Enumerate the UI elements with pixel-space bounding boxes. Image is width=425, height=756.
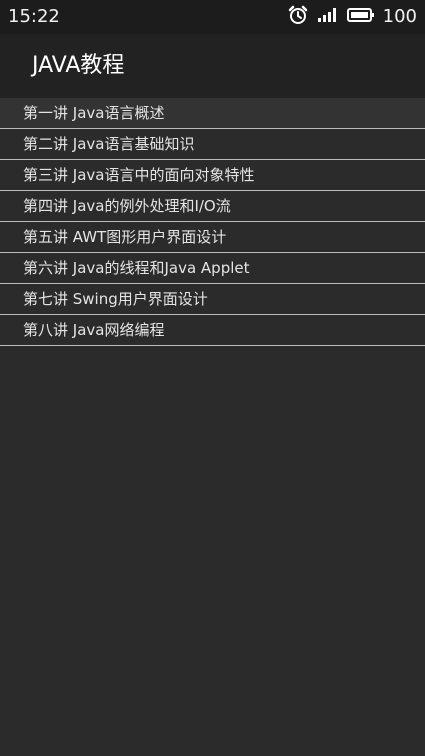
list-item[interactable]: 第七讲 Swing用户界面设计 xyxy=(0,284,425,315)
signal-icon xyxy=(317,7,339,27)
lesson-list: 第一讲 Java语言概述 第二讲 Java语言基础知识 第三讲 Java语言中的… xyxy=(0,98,425,346)
status-time: 15:22 xyxy=(8,6,60,27)
list-item[interactable]: 第四讲 Java的例外处理和I/O流 xyxy=(0,191,425,222)
battery-level: 100 xyxy=(382,6,417,27)
list-item[interactable]: 第三讲 Java语言中的面向对象特性 xyxy=(0,160,425,191)
page-title: JAVA教程 xyxy=(32,53,125,78)
battery-icon xyxy=(346,7,375,27)
app-bar: JAVA教程 xyxy=(0,34,425,98)
status-icons: 100 xyxy=(287,5,417,29)
status-bar: 15:22 100 xyxy=(0,0,425,34)
list-item[interactable]: 第六讲 Java的线程和Java Applet xyxy=(0,253,425,284)
list-item[interactable]: 第五讲 AWT图形用户界面设计 xyxy=(0,222,425,253)
list-item[interactable]: 第一讲 Java语言概述 xyxy=(0,98,425,129)
alarm-icon xyxy=(287,4,309,30)
list-item[interactable]: 第二讲 Java语言基础知识 xyxy=(0,129,425,160)
list-item[interactable]: 第八讲 Java网络编程 xyxy=(0,315,425,346)
